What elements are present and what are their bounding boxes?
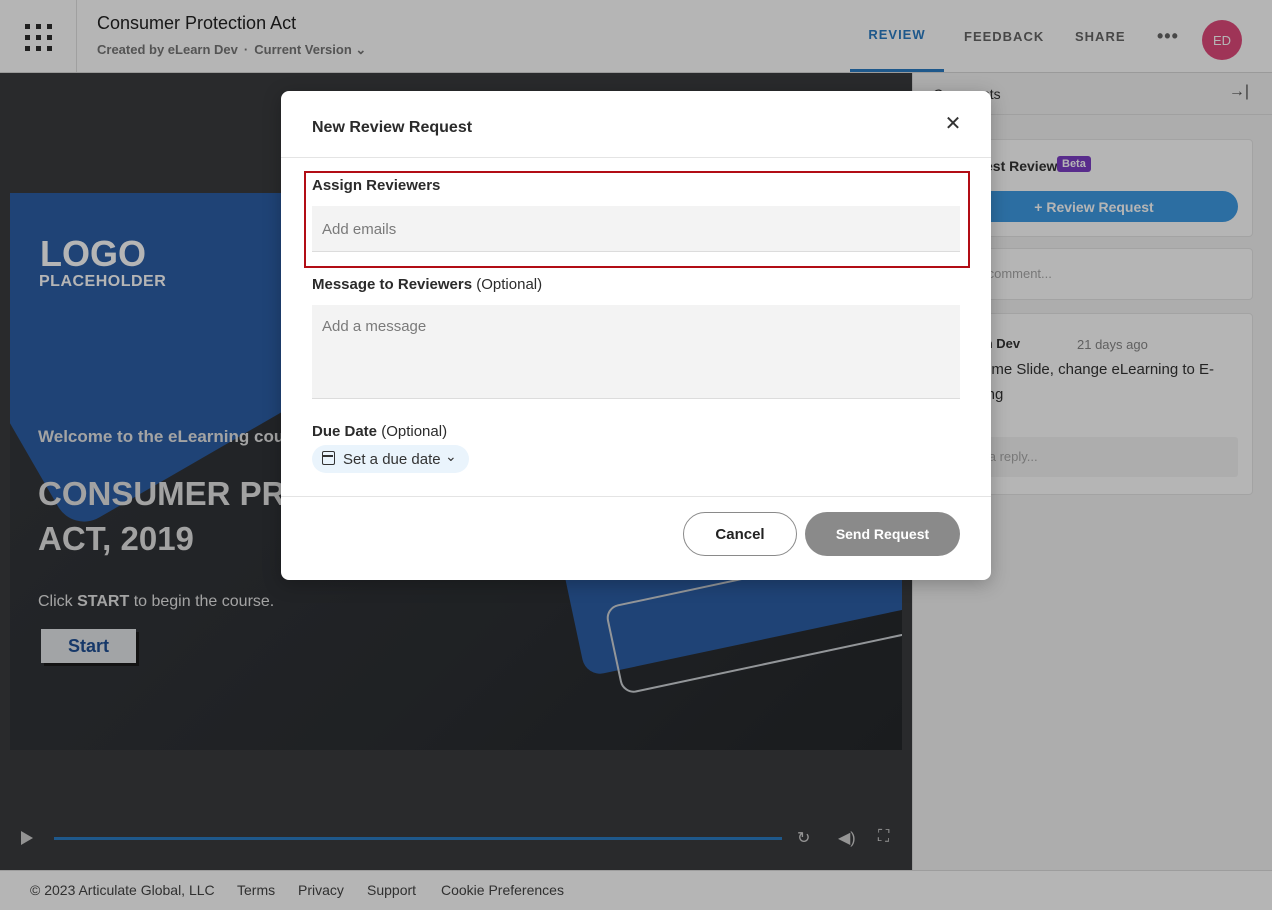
- close-icon[interactable]: ✕: [941, 111, 965, 135]
- divider: [281, 157, 991, 158]
- calendar-icon: [322, 451, 335, 465]
- dialog-title: New Review Request: [312, 119, 473, 136]
- due-date-optional: (Optional): [381, 423, 448, 440]
- assign-reviewers-label: Assign Reviewers: [312, 177, 441, 194]
- message-label: Message to Reviewers (Optional): [312, 276, 542, 293]
- new-review-request-dialog: New Review Request ✕ Assign Reviewers Ad…: [281, 91, 991, 580]
- message-optional: (Optional): [476, 276, 543, 293]
- emails-placeholder: Add emails: [322, 221, 397, 238]
- message-textarea[interactable]: Add a message: [312, 305, 960, 399]
- cancel-button[interactable]: Cancel: [683, 512, 797, 556]
- due-date-label-text: Due Date: [312, 423, 378, 440]
- due-date-picker[interactable]: Set a due date ⌄: [312, 445, 469, 473]
- message-placeholder: Add a message: [322, 318, 427, 335]
- due-date-label: Due Date (Optional): [312, 423, 447, 440]
- chevron-down-icon: ⌄: [445, 448, 457, 464]
- divider: [281, 496, 991, 497]
- due-date-text: Set a due date: [343, 451, 441, 468]
- emails-input[interactable]: Add emails: [312, 206, 960, 252]
- send-request-button[interactable]: Send Request: [805, 512, 960, 556]
- message-label-text: Message to Reviewers: [312, 276, 473, 293]
